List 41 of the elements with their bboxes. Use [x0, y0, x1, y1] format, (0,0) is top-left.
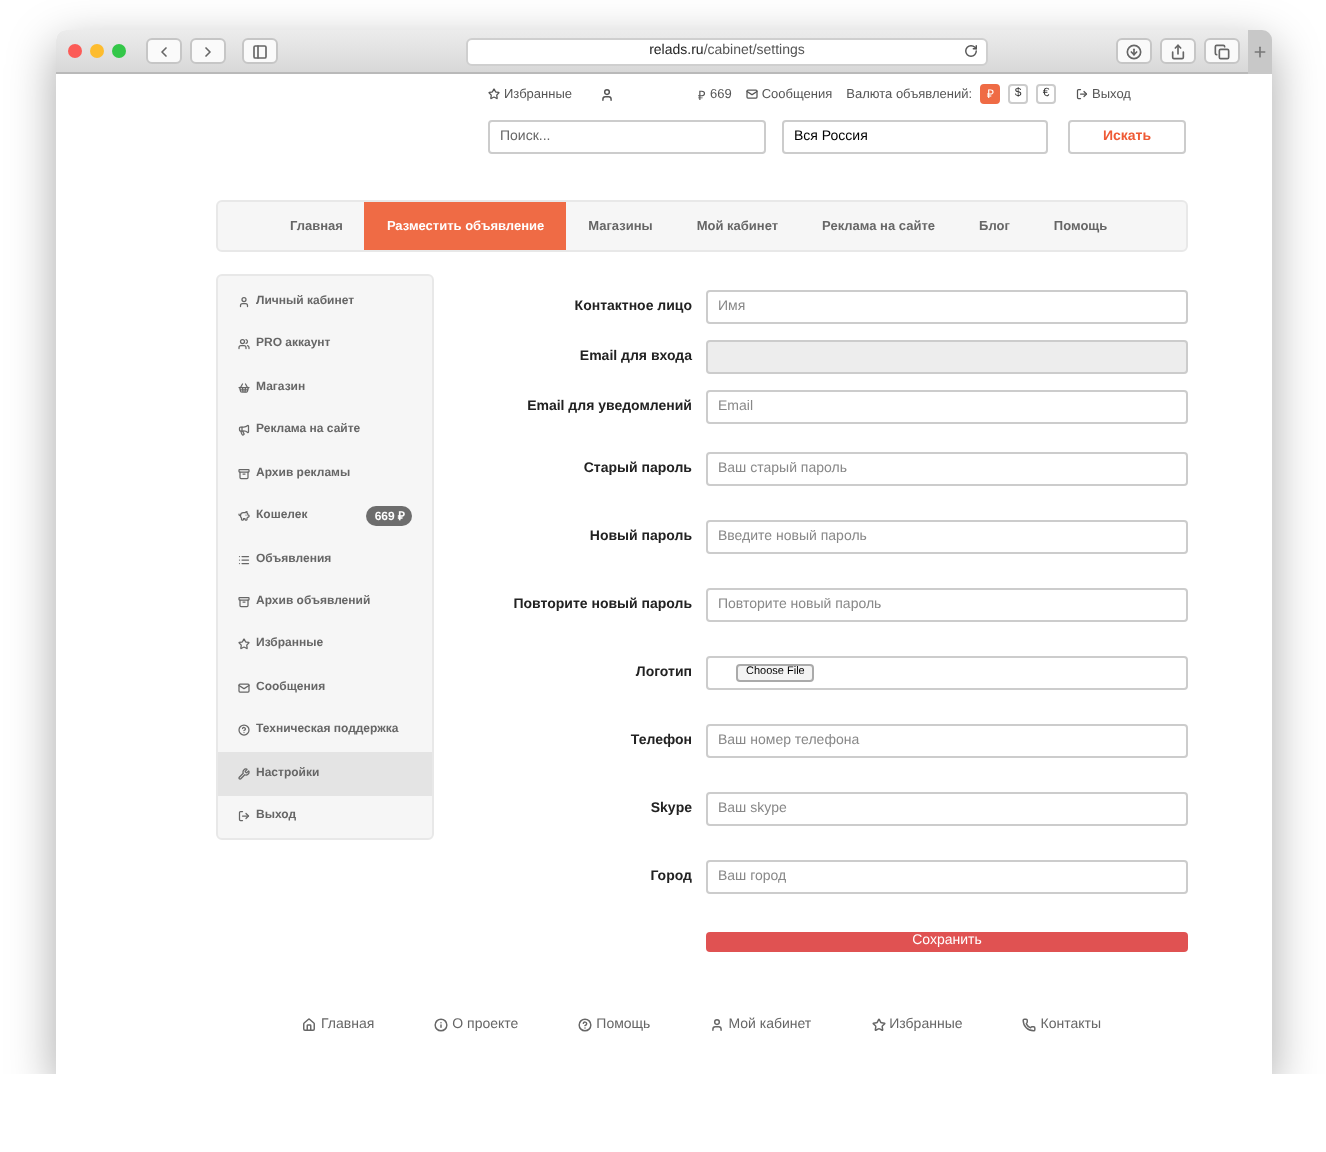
forward-button[interactable] — [190, 38, 226, 64]
logout-icon — [1076, 88, 1089, 100]
archive-icon — [238, 467, 250, 480]
tabs-button[interactable] — [1204, 38, 1240, 64]
plus-icon — [1252, 43, 1268, 59]
phone-icon — [1022, 1018, 1037, 1032]
reload-icon — [964, 44, 978, 58]
forward-icon — [200, 43, 216, 59]
wrench-icon — [238, 767, 250, 780]
info-icon — [434, 1018, 449, 1032]
megaphone-icon — [238, 424, 250, 437]
archive-icon — [238, 596, 250, 609]
new-tab-button[interactable] — [1248, 30, 1272, 73]
mail-icon — [745, 88, 758, 100]
star-icon — [238, 638, 250, 651]
star-icon — [488, 88, 500, 100]
user-icon — [600, 87, 614, 101]
list-icon — [238, 553, 250, 566]
user-icon — [238, 295, 250, 308]
downloads-button[interactable] — [1116, 38, 1152, 64]
help-icon — [578, 1018, 593, 1032]
back-button[interactable] — [146, 38, 182, 64]
help-icon — [238, 724, 250, 737]
piggy-bank-icon — [238, 510, 250, 523]
minimize-button[interactable] — [90, 44, 104, 58]
tabs-icon — [1214, 43, 1230, 59]
download-icon — [1126, 43, 1142, 59]
star-icon — [871, 1018, 886, 1032]
close-button[interactable] — [68, 44, 82, 58]
home-icon — [302, 1018, 317, 1032]
zoom-button[interactable] — [112, 44, 126, 58]
mail-icon — [238, 681, 250, 694]
logout-icon — [238, 810, 250, 823]
user-icon — [710, 1018, 725, 1032]
sidebar-button[interactable] — [242, 38, 278, 64]
sidebar-icon — [252, 43, 268, 59]
share-icon — [1170, 43, 1186, 59]
users-icon — [238, 338, 250, 351]
basket-icon — [238, 381, 250, 394]
share-button[interactable] — [1160, 38, 1196, 64]
back-icon — [156, 43, 172, 59]
